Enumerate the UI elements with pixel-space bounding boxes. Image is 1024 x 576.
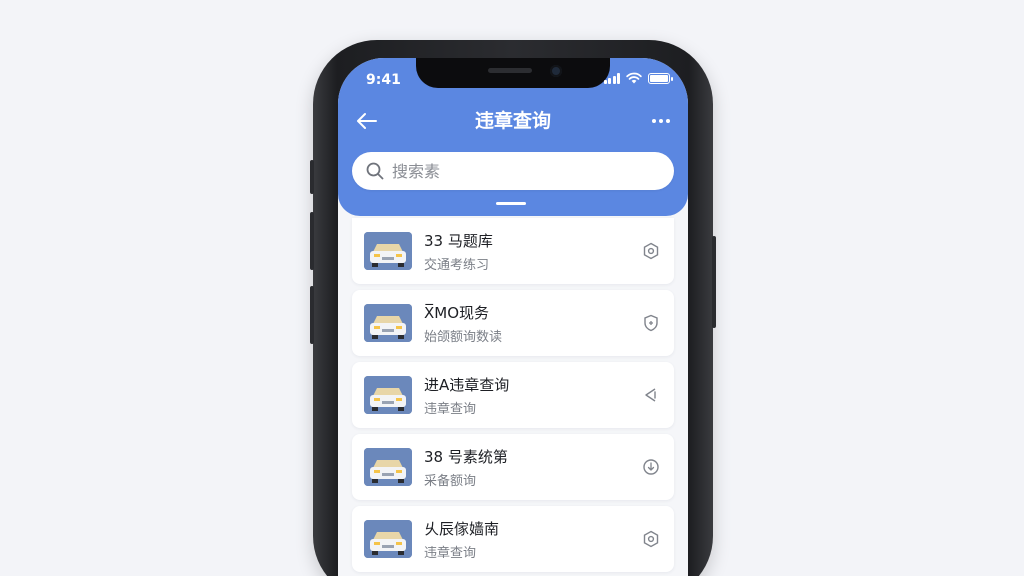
item-subtitle: 违章查询 [424,402,477,417]
list-item[interactable]: 33 马题库 交通考练习 [352,218,674,284]
notch [416,58,610,88]
car-thumbnail-icon [364,232,412,270]
front-camera [550,65,562,77]
item-title: X̅MO现务 [424,304,490,322]
item-action-button[interactable] [640,240,662,262]
settings-hex-icon [643,530,659,548]
item-subtitle: 始颌额询数读 [424,330,503,345]
car-thumbnail-icon [364,304,412,342]
car-thumbnail-icon [364,520,412,558]
status-icons [603,72,673,84]
search-input[interactable] [392,161,632,181]
item-action-button[interactable] [640,456,662,478]
page-title: 违章查询 [474,110,551,132]
settings-hex-icon [643,242,659,260]
cellular-signal-icon [603,72,620,84]
volume-down-button [310,286,314,344]
item-action-button[interactable] [640,312,662,334]
more-dots-icon [652,119,656,123]
stage: 9:41 违章查询 搜索素 33 马题库 交通考练习 X̅MO现务 始颌额询数读… [0,0,1024,576]
drag-handle[interactable] [496,202,526,205]
item-action-button[interactable] [640,384,662,406]
power-button [712,236,716,328]
item-title: 进A违章查询 [424,376,510,394]
speaker-grille [488,68,532,73]
wifi-icon [626,72,642,84]
phone-screen: 9:41 违章查询 搜索素 33 马题库 交通考练习 X̅MO现务 始颌额询数读… [338,58,688,576]
volume-up-button [310,212,314,270]
list-item[interactable]: 38 号素统第 采备额询 [352,434,674,500]
item-title: 33 马题库 [424,232,493,250]
search-bar[interactable] [352,152,674,190]
item-action-button[interactable] [640,528,662,550]
item-subtitle: 违章查询 [424,546,477,561]
download-badge-icon [643,459,659,475]
item-title: 乆辰傢嫱南 [424,520,500,538]
car-thumbnail-icon [364,448,412,486]
item-subtitle: 交通考练习 [424,258,490,273]
battery-icon [648,72,673,84]
list-item[interactable]: 乆辰傢嫱南 违章查询 [352,506,674,572]
car-thumbnail-icon [364,376,412,414]
status-time: 9:41 [366,72,401,88]
more-button[interactable] [648,108,674,134]
item-subtitle: 采备额询 [424,474,477,489]
shield-icon [644,314,658,332]
search-icon [366,162,384,180]
list-item[interactable]: 进A违章查询 违章查询 [352,362,674,428]
service-list: 33 马题库 交通考练习 X̅MO现务 始颌额询数读 进A违章查询 违章查询 3… [352,218,674,576]
item-title: 38 号素统第 [424,448,508,466]
share-arrow-icon [645,388,656,402]
list-item[interactable]: X̅MO现务 始颌额询数读 [352,290,674,356]
silent-switch [310,160,314,194]
